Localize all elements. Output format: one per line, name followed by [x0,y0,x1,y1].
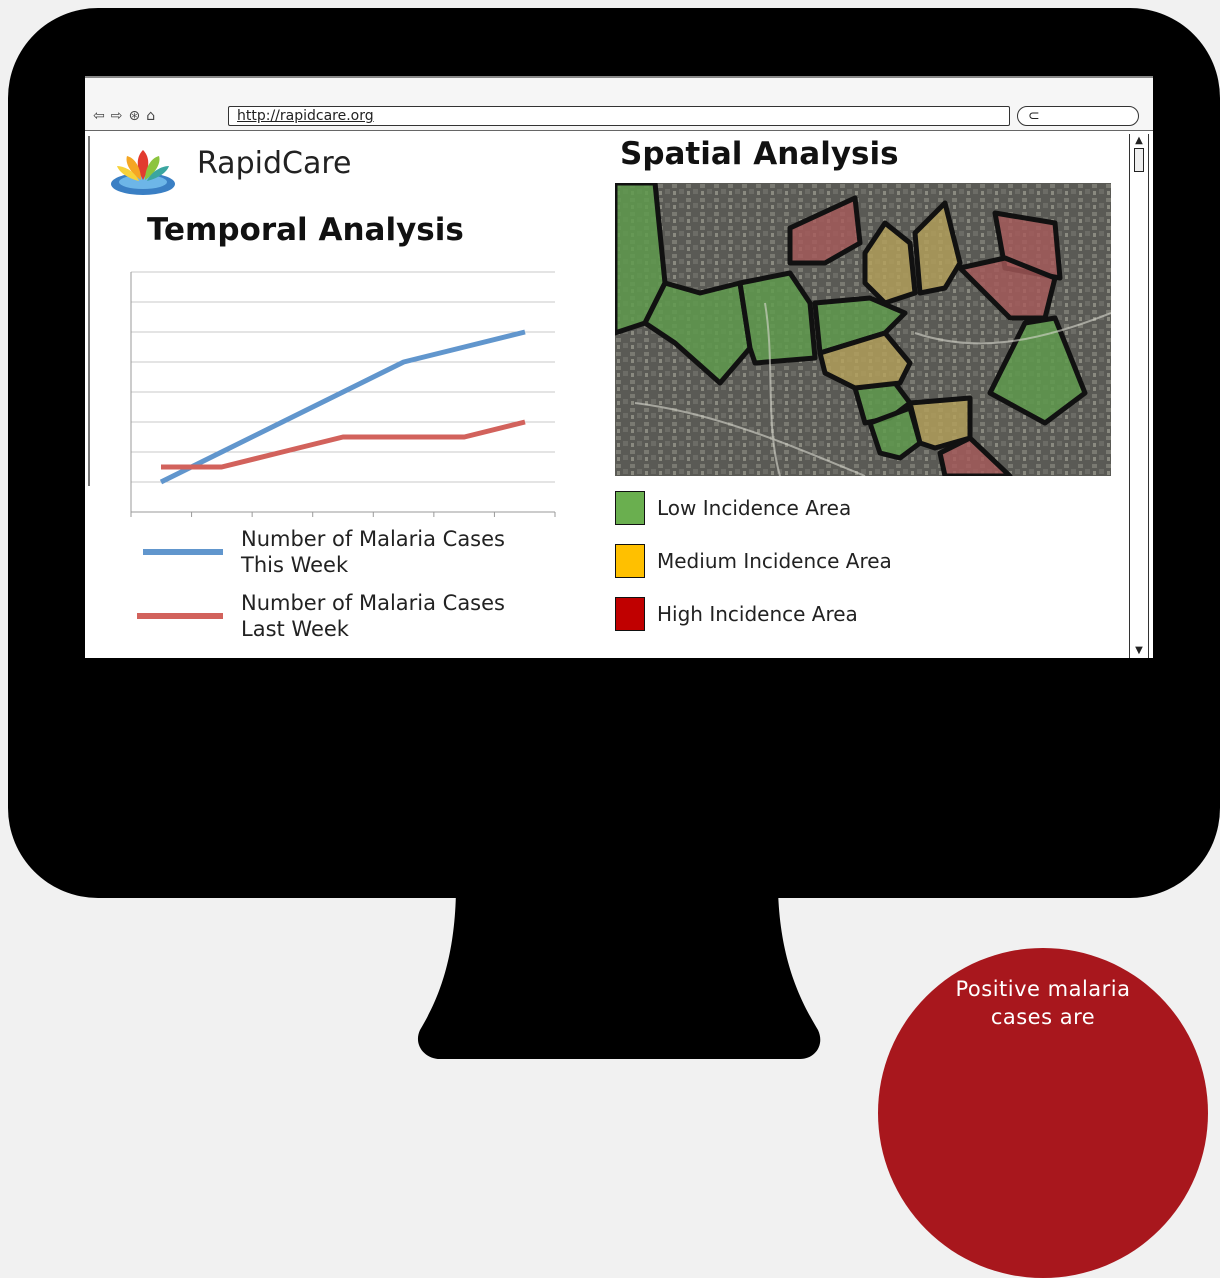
nav-buttons: ⇦ ⇨ ⊛ ⌂ [93,106,155,126]
callout-line-2: cases are [918,1003,1168,1031]
legend-this-week-label: Number of Malaria Cases This Week [241,526,505,578]
series-line-this-week [161,332,525,482]
legend-last-week-line2: Last Week [241,616,505,642]
callout-text: Positive malaria cases are [918,975,1168,1031]
browser-toolbar: ⇦ ⇨ ⊛ ⌂ http://rapidcare.org ⊂ [85,78,1153,130]
low-incidence-swatch [615,491,645,525]
legend-this-week-line1: Number of Malaria Cases [241,526,505,552]
url-text: http://rapidcare.org [237,107,374,125]
temporal-line-chart [125,268,565,528]
brand-name: RapidCare [197,146,351,181]
map-legend-medium: Medium Incidence Area [615,544,892,578]
browser-search-box[interactable]: ⊂ [1017,106,1139,126]
legend-this-week-line2: This Week [241,552,505,578]
legend-last-week-label: Number of Malaria Cases Last Week [241,590,505,642]
search-icon: ⊂ [1028,107,1040,125]
legend-last-week-line1: Number of Malaria Cases [241,590,505,616]
callout-line-1: Positive malaria [918,975,1168,1003]
rapidcare-logo-icon [107,142,179,198]
legend-this-week: Number of Malaria Cases This Week [143,526,505,578]
medium-incidence-label: Medium Incidence Area [657,549,892,573]
incidence-map [615,183,1111,476]
medium-incidence-swatch [615,544,645,578]
scroll-thumb[interactable] [1134,148,1144,172]
back-icon[interactable]: ⇦ [93,106,105,126]
vertical-scrollbar[interactable]: ▲ ▼ [1129,134,1149,658]
scroll-down-icon[interactable]: ▼ [1130,644,1148,658]
high-incidence-label: High Incidence Area [657,602,858,626]
home-icon[interactable]: ⌂ [146,106,155,126]
address-bar[interactable]: http://rapidcare.org [228,106,1010,126]
scroll-up-icon[interactable]: ▲ [1130,134,1148,148]
reload-icon[interactable]: ⊛ [128,106,140,126]
legend-last-week: Number of Malaria Cases Last Week [137,590,505,642]
browser-window: ⇦ ⇨ ⊛ ⌂ http://rapidcare.org ⊂ ▲ ▼ Rapid… [85,76,1153,658]
window-left-edge [88,136,90,486]
legend-this-week-swatch [143,549,223,555]
low-incidence-label: Low Incidence Area [657,496,851,520]
series-line-last-week [161,422,525,467]
legend-last-week-swatch [137,613,223,619]
temporal-analysis-title: Temporal Analysis [147,212,464,248]
map-legend-low: Low Incidence Area [615,491,851,525]
spatial-analysis-title: Spatial Analysis [620,136,899,172]
high-incidence-swatch [615,597,645,631]
map-legend-high: High Incidence Area [615,597,858,631]
forward-icon[interactable]: ⇨ [111,106,123,126]
